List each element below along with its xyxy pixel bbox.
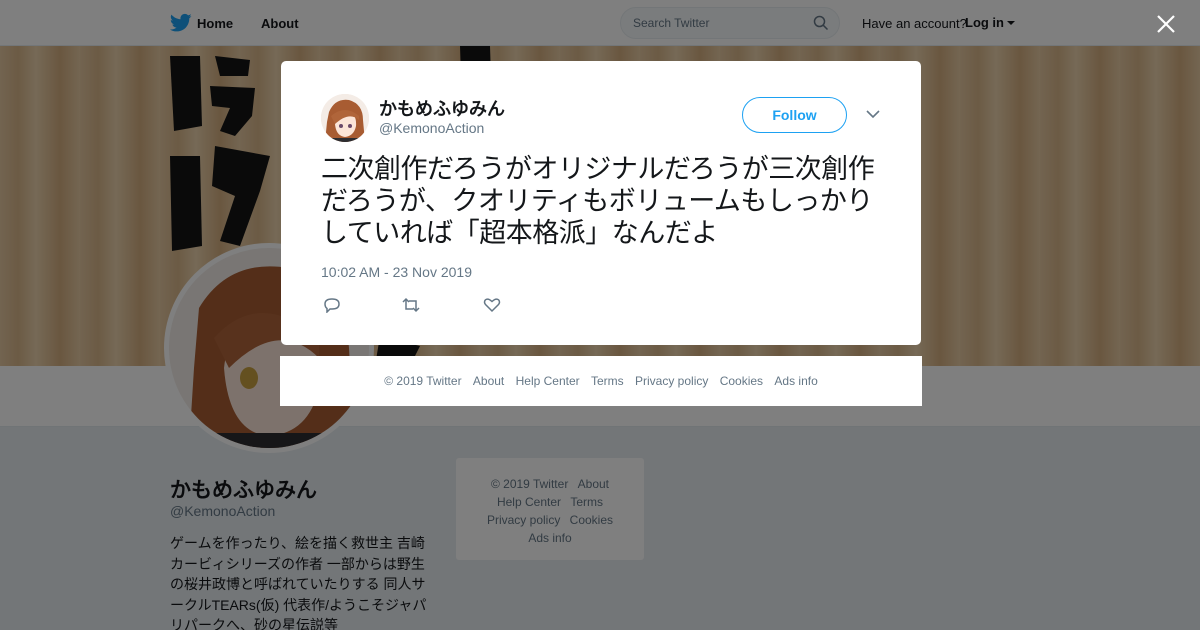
tweet-timestamp[interactable]: 10:02 AM - 23 Nov 2019 xyxy=(321,264,472,280)
footer-about-link[interactable]: About xyxy=(473,374,504,388)
footer-help-link[interactable]: Help Center xyxy=(516,374,580,388)
close-icon[interactable] xyxy=(1156,14,1176,34)
chevron-down-icon[interactable] xyxy=(866,109,880,119)
tweet-text: 二次創作だろうがオリジナルだろうが三次創作だろうが、クオリティもボリュームもしっ… xyxy=(321,154,875,249)
footer-cookies-link[interactable]: Cookies xyxy=(720,374,763,388)
tweet-modal: かもめふゆみん @KemonoAction Follow 二次創作だろうがオリジ… xyxy=(281,61,921,345)
heart-icon[interactable] xyxy=(483,297,501,313)
modal-footer: © 2019 Twitter About Help Center Terms P… xyxy=(280,356,922,406)
tweet-author-handle[interactable]: @KemonoAction xyxy=(379,120,484,136)
tweet-avatar-illustration xyxy=(321,94,369,142)
tweet-avatar[interactable] xyxy=(321,94,369,142)
footer-copyright: © 2019 Twitter xyxy=(384,374,462,388)
footer-ads-link[interactable]: Ads info xyxy=(774,374,817,388)
follow-button[interactable]: Follow xyxy=(742,97,847,133)
reply-icon[interactable] xyxy=(323,297,341,313)
tweet-author-name[interactable]: かもめふゆみん xyxy=(379,95,505,121)
footer-privacy-link[interactable]: Privacy policy xyxy=(635,374,708,388)
footer-terms-link[interactable]: Terms xyxy=(591,374,624,388)
retweet-icon[interactable] xyxy=(402,297,420,313)
